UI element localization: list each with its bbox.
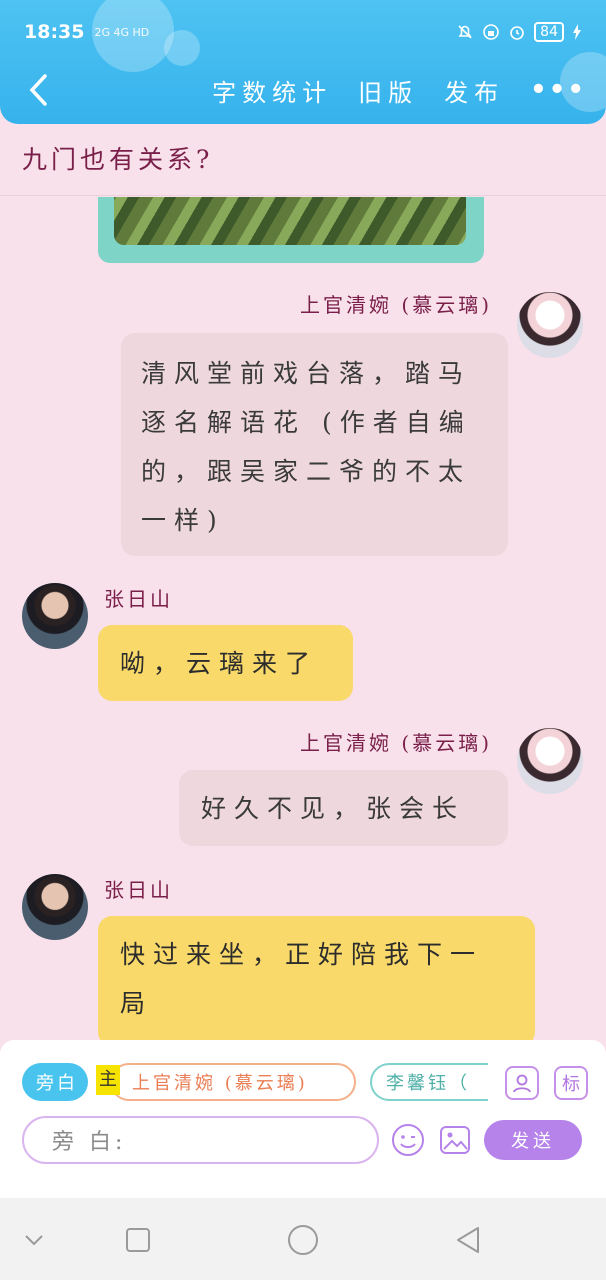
system-back-button[interactable]: [448, 1220, 488, 1260]
hide-keyboard-button[interactable]: [14, 1220, 54, 1260]
system-nav-bar: [0, 1198, 606, 1280]
role-chip-narrator[interactable]: 旁白: [22, 1063, 88, 1101]
mute-bell-icon: [458, 25, 472, 39]
word-count-button[interactable]: 字数统计: [212, 73, 332, 108]
avatar[interactable]: [517, 728, 583, 794]
square-icon: [126, 1228, 150, 1252]
image-thumbnail: [114, 197, 466, 245]
image-button[interactable]: [437, 1122, 473, 1158]
sender-name: 上官清婉 (慕云璃): [300, 731, 492, 755]
mark-label: 标: [562, 1074, 580, 1095]
story-title-bar: 九门也有关系?: [0, 124, 606, 196]
add-role-button[interactable]: [505, 1066, 539, 1100]
home-button[interactable]: [283, 1220, 323, 1260]
message-input[interactable]: 旁 白:: [22, 1116, 379, 1164]
avatar[interactable]: [517, 292, 583, 358]
charging-icon: [573, 24, 581, 40]
input-panel: 旁白 上官清婉 (慕云璃) 主 李馨钰（ 标 旁 白: 发送: [0, 1040, 606, 1198]
main-role-tag: 主: [96, 1065, 120, 1095]
mark-button[interactable]: 标: [554, 1066, 588, 1100]
avatar[interactable]: [22, 874, 88, 940]
person-icon: [513, 1074, 531, 1093]
sender-name: 张日山: [104, 587, 173, 611]
emoji-button[interactable]: [390, 1122, 426, 1158]
more-button[interactable]: •••: [530, 75, 586, 105]
image-icon: [440, 1126, 470, 1154]
chat-area[interactable]: 上官清婉 (慕云璃) 清风堂前戏台落，踏马逐名解语花 (作者自编的，跟吴家二爷的…: [0, 197, 606, 1040]
nav-bar: 字数统计 旧版 发布 •••: [0, 64, 606, 116]
publish-button[interactable]: 发布: [444, 73, 504, 108]
status-time: 18:35: [24, 21, 85, 43]
sender-name: 张日山: [104, 878, 173, 902]
role-chip-shangguan[interactable]: 上官清婉 (慕云璃): [110, 1063, 356, 1101]
alarm-icon: [510, 26, 524, 40]
app-header: 18:35 2G 4G HD 84 字数统计 旧版 发布 •••: [0, 0, 606, 124]
send-button[interactable]: 发送: [484, 1120, 582, 1160]
emoji-icon: [392, 1124, 424, 1156]
network-indicator: 2G 4G HD: [94, 25, 150, 39]
recents-button[interactable]: [118, 1220, 158, 1260]
story-title: 九门也有关系?: [22, 145, 214, 174]
chevron-down-icon: [25, 1235, 43, 1246]
triangle-back-icon: [457, 1227, 479, 1253]
battery-indicator: 84: [534, 22, 564, 42]
message-bubble[interactable]: 呦，云璃来了: [98, 625, 353, 701]
message-bubble[interactable]: 清风堂前戏台落，踏马逐名解语花 (作者自编的，跟吴家二爷的不太一样): [121, 333, 508, 556]
sender-name: 上官清婉 (慕云璃): [300, 293, 492, 317]
old-version-button[interactable]: 旧版: [358, 73, 418, 108]
lock-rotation-icon: [483, 24, 499, 40]
message-bubble[interactable]: 快过来坐，正好陪我下一局: [98, 916, 535, 1040]
back-button[interactable]: [18, 70, 58, 110]
image-message[interactable]: [98, 197, 484, 263]
circle-icon: [288, 1225, 318, 1255]
role-chip-li[interactable]: 李馨钰（: [370, 1063, 488, 1101]
message-bubble[interactable]: 好久不见，张会长: [179, 770, 508, 846]
avatar[interactable]: [22, 583, 88, 649]
status-bar: 18:35 2G 4G HD 84: [24, 18, 582, 46]
role-chip-label: 上官清婉 (慕云璃): [132, 1073, 308, 1094]
chevron-left-icon: [29, 74, 47, 106]
